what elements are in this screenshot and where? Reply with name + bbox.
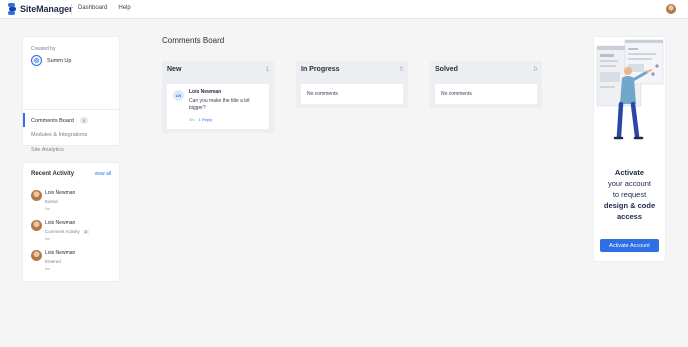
activity-time: 5m	[45, 267, 50, 271]
column-title: Solved	[435, 66, 458, 73]
column-solved: Solved 0 No comments	[430, 61, 542, 108]
activity-action-text: Exited	[45, 199, 58, 204]
column-new: New 1 LN Lois Newman Can you make the ti…	[162, 61, 274, 133]
activate-line5: access	[616, 212, 643, 221]
activate-line3: to request	[612, 190, 647, 199]
card-divider	[23, 109, 119, 110]
empty-text: No comments	[441, 91, 472, 97]
column-title: In Progress	[301, 66, 340, 73]
activate-message: Activate your account to request design …	[594, 167, 665, 222]
menu-item-label: Site Analytics	[31, 147, 64, 153]
menu-item-comments-board[interactable]: Comments Board 1	[31, 117, 89, 124]
column-count: 1	[265, 67, 269, 73]
project-owner: ◎ Summ Up	[31, 55, 71, 66]
activity-count-badge: 2	[82, 229, 89, 234]
recent-activity-title: Recent Activity	[31, 171, 75, 177]
activate-line4: design & code	[603, 201, 656, 210]
menu-item-site-analytics[interactable]: Site Analytics	[31, 147, 64, 153]
main-nav: Dashboard Help	[78, 5, 131, 11]
nav-dashboard[interactable]: Dashboard	[78, 5, 107, 11]
nav-help[interactable]: Help	[118, 5, 130, 11]
project-card: Created by ◎ Summ Up Comments Board 1 Mo…	[23, 37, 119, 175]
view-all-link[interactable]: view all	[95, 171, 111, 177]
menu-item-label: Modules & Integrations	[31, 132, 88, 138]
activity-time: 5m	[45, 237, 50, 241]
column-title: New	[167, 66, 182, 73]
activate-account-button[interactable]: Activate Account	[600, 239, 659, 252]
avatar	[31, 190, 42, 201]
activity-action: Entered	[45, 259, 61, 264]
column-count: 0	[399, 67, 403, 73]
comment-card[interactable]: LN Lois Newman Can you make the title a …	[167, 84, 269, 129]
activity-user[interactable]: Lois Newman	[45, 220, 75, 226]
menu-item-label: Comments Board	[31, 117, 74, 124]
created-by-label: Created by	[31, 46, 56, 52]
avatar	[31, 220, 42, 231]
comment-replies-link[interactable]: 1 Reply	[199, 117, 213, 122]
activity-action: Comment Activity 2	[45, 229, 89, 234]
activity-user[interactable]: Lois Newman	[45, 190, 75, 196]
active-indicator	[23, 113, 25, 127]
activate-line1: Activate	[614, 168, 645, 177]
comment: LN Lois Newman Can you make the title a …	[167, 84, 269, 129]
column-in-progress: In Progress 0 No comments	[296, 61, 408, 108]
activity-action: Exited	[45, 199, 58, 204]
activity-user[interactable]: Lois Newman	[45, 250, 75, 256]
owner-logo-icon: ◎	[31, 55, 42, 66]
app-name: SiteManager	[20, 4, 73, 14]
activate-line2: your account	[608, 179, 651, 188]
sitemanager-logo-icon	[8, 3, 16, 15]
activation-illustration	[595, 38, 664, 150]
empty-text: No comments	[307, 91, 338, 97]
page-title: Comments Board	[162, 36, 225, 45]
comment-time: 5m	[189, 117, 195, 122]
user-avatar[interactable]	[666, 4, 676, 14]
activate-panel: Activate your account to request design …	[594, 37, 665, 261]
column-count: 0	[533, 67, 537, 73]
activity-action-text: Entered	[45, 259, 61, 264]
avatar	[31, 250, 42, 261]
activity-action-text: Comment Activity	[45, 229, 80, 234]
menu-item-modules-integrations[interactable]: Modules & Integrations	[31, 132, 87, 138]
comment-avatar: LN	[173, 90, 184, 101]
top-bar: SiteManager Dashboard Help	[0, 0, 688, 19]
comment-text: Can you make the title a bit bigger?	[189, 98, 250, 111]
logo[interactable]: SiteManager	[8, 3, 73, 15]
activity-time: 5m	[45, 207, 50, 211]
recent-activity-card: Recent Activity view all Lois Newman Exi…	[23, 163, 119, 281]
nav-divider	[71, 4, 72, 15]
comment-meta: 5m 1 Reply	[189, 117, 212, 122]
owner-name: Summ Up	[47, 57, 72, 64]
comments-count-badge: 1	[79, 117, 89, 124]
empty-state: No comments	[301, 84, 403, 104]
empty-state: No comments	[435, 84, 537, 104]
comment-author: Lois Newman	[189, 89, 222, 95]
